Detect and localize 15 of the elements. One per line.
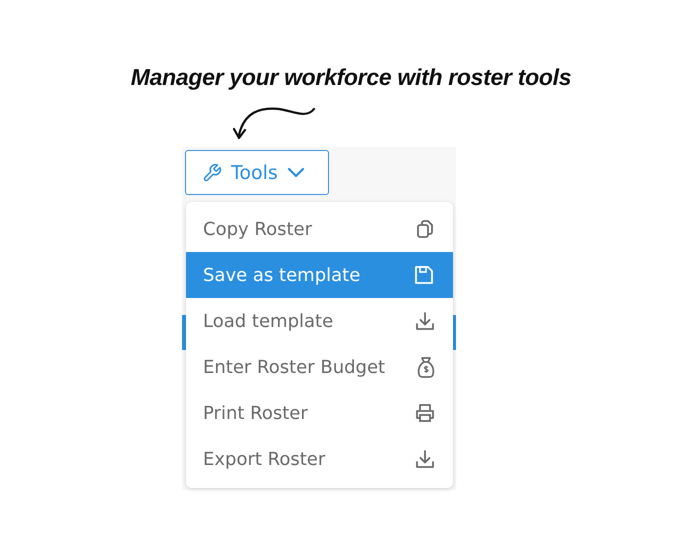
menu-item[interactable]: Export Roster — [186, 436, 453, 482]
menu-item[interactable]: Print Roster — [186, 390, 453, 436]
printer-icon — [415, 403, 435, 423]
menu-item[interactable]: Enter Roster Budget — [186, 344, 453, 390]
money-bag-icon — [417, 356, 435, 378]
chevron-icon — [286, 166, 305, 178]
menu-item[interactable]: Load template — [186, 298, 453, 344]
wrench-icon — [202, 162, 222, 182]
download-icon — [415, 311, 435, 331]
caption: Manager your workforce with roster tools — [130, 64, 572, 91]
menu-item[interactable]: Save as template — [186, 252, 453, 298]
download-icon — [415, 449, 435, 469]
menu-item[interactable]: Copy Roster — [186, 206, 453, 252]
tools-button[interactable]: Tools — [185, 150, 329, 195]
copy-icon — [415, 219, 435, 239]
